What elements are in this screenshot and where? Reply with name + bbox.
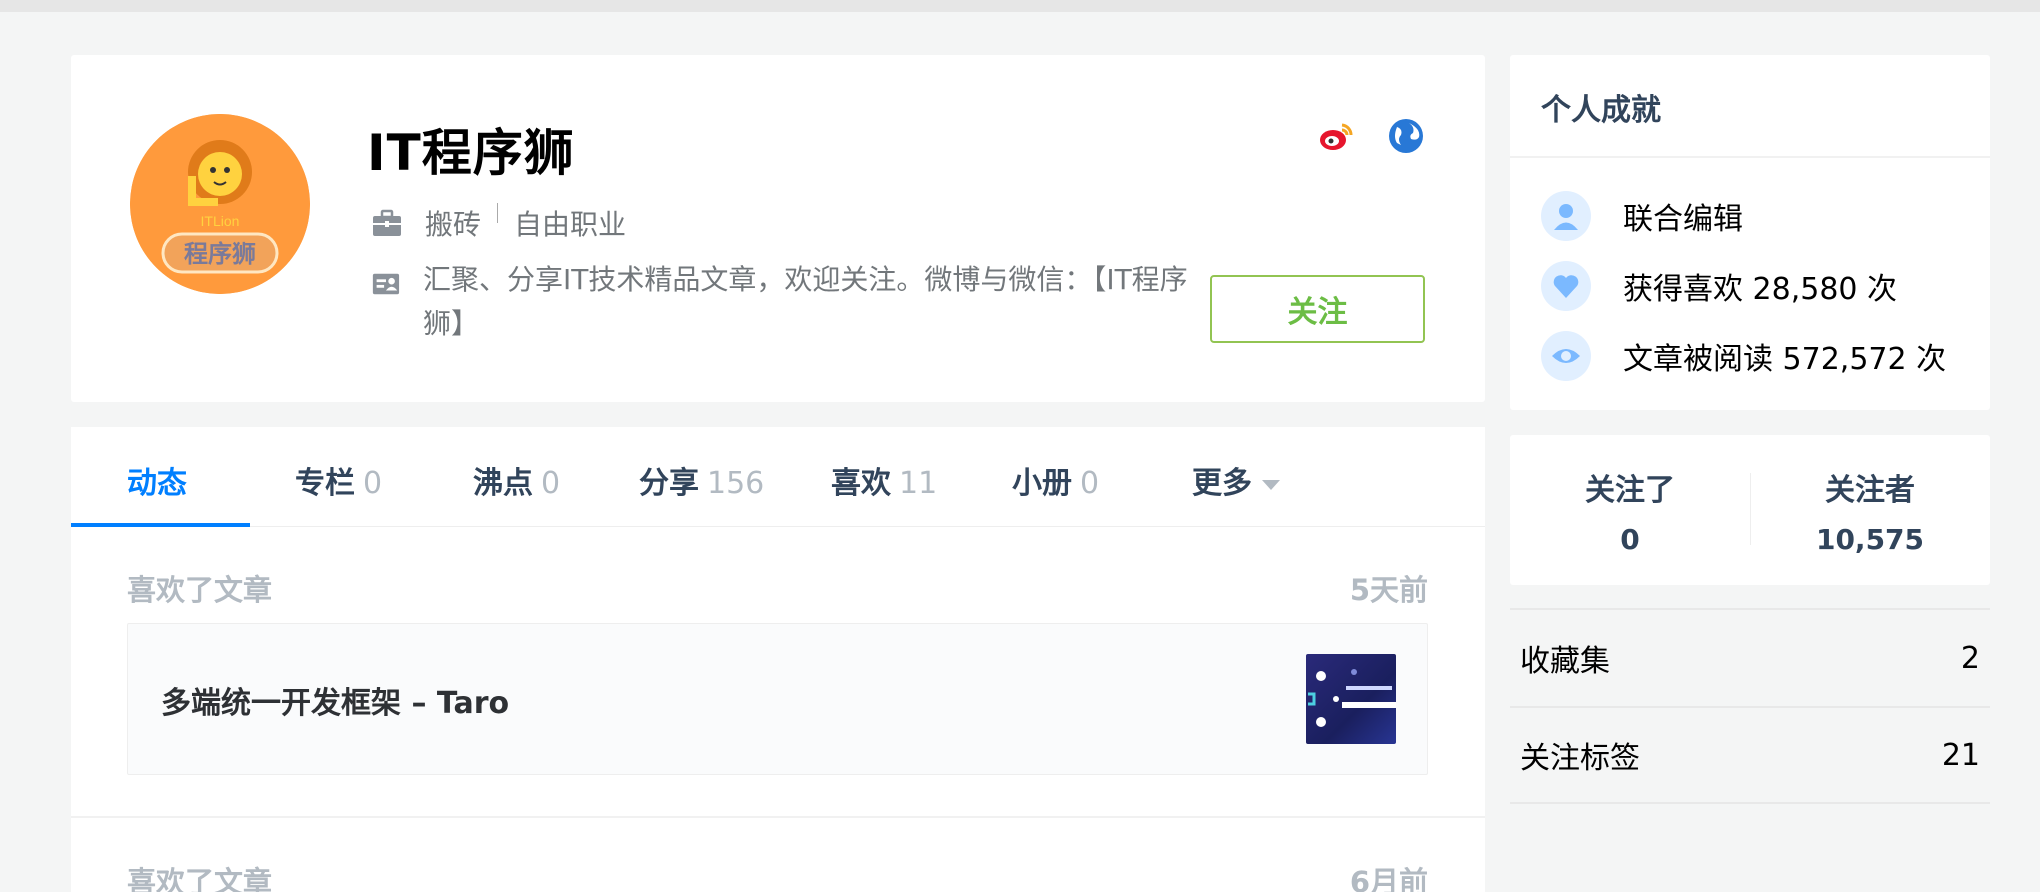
tab-column[interactable]: 专栏 0 xyxy=(295,458,382,502)
stats-list: 收藏集 2 关注标签 21 xyxy=(1510,608,1990,804)
following-label: 关注了 xyxy=(1585,473,1675,508)
active-tab-indicator xyxy=(71,523,250,527)
followers-stat[interactable]: 关注者 10,575 xyxy=(1750,465,1990,556)
job-separator xyxy=(497,203,499,223)
bio-row: 汇聚、分享IT技术精品文章，欢迎关注。微博与微信：【IT程序狮】 xyxy=(371,258,1191,346)
follow-button[interactable]: 关注 xyxy=(1210,275,1425,343)
id-card-icon xyxy=(372,273,400,295)
tab-pins[interactable]: 沸点 0 xyxy=(473,458,560,502)
achievement-text: 联合编辑 xyxy=(1623,202,1743,237)
achievements-title: 个人成就 xyxy=(1541,93,1661,128)
profile-name: IT程序狮 xyxy=(367,124,575,182)
tab-label: 小册 xyxy=(1012,466,1072,501)
job-row: 搬砖 自由职业 xyxy=(371,203,626,243)
stat-tags[interactable]: 关注标签 21 xyxy=(1510,706,1990,804)
svg-text:ITLion: ITLion xyxy=(201,213,240,229)
stat-label: 收藏集 xyxy=(1520,644,1610,679)
tab-count: 11 xyxy=(899,466,938,501)
stat-collections[interactable]: 收藏集 2 xyxy=(1510,608,1990,706)
achievement-text: 获得喜欢 28,580 次 xyxy=(1623,272,1898,307)
achievement-coeditor: 联合编辑 xyxy=(1541,191,1743,241)
eye-icon xyxy=(1541,331,1591,381)
achievement-likes: 获得喜欢 28,580 次 xyxy=(1541,261,1897,311)
company: 自由职业 xyxy=(514,208,627,241)
lion-logo-icon: ITLion 程序狮 xyxy=(130,114,310,294)
article-thumbnail[interactable] xyxy=(1306,654,1396,744)
job-title: 搬砖 xyxy=(425,208,482,241)
weibo-icon[interactable] xyxy=(1318,117,1356,155)
stat-value: 21 xyxy=(1941,737,1980,773)
feed-action: 喜欢了文章 xyxy=(127,865,273,892)
briefcase-icon xyxy=(373,209,401,236)
heart-icon xyxy=(1541,261,1591,311)
tab-shares[interactable]: 分享 156 xyxy=(639,458,764,502)
thumbnail-image xyxy=(1308,669,1396,727)
stat-label: 关注标签 xyxy=(1520,741,1640,776)
article-card[interactable]: 多端统一开发框架 – Taro xyxy=(127,623,1428,775)
tab-likes[interactable]: 喜欢 11 xyxy=(831,458,937,502)
following-stat[interactable]: 关注了 0 xyxy=(1510,465,1750,556)
content-card: 动态 专栏 0 沸点 0 分享 156 喜欢 11 小册 0 更多 喜欢了文章 5天前 多… xyxy=(71,427,1485,892)
feed-action: 喜欢了文章 xyxy=(127,573,273,607)
follow-stats-card: 关注了 0 关注者 10,575 xyxy=(1510,435,1990,585)
tab-books[interactable]: 小册 0 xyxy=(1012,458,1099,502)
tab-label: 分享 xyxy=(639,466,699,501)
following-count: 0 xyxy=(1620,523,1640,556)
followers-label: 关注者 xyxy=(1825,473,1915,508)
tab-label: 动态 xyxy=(127,466,187,501)
achievements-card: 个人成就 联合编辑 获得喜欢 28,580 次 文章被阅读 572,572 次 xyxy=(1510,55,1990,410)
tab-label: 专栏 xyxy=(295,466,355,501)
tab-count: 0 xyxy=(541,466,561,501)
tab-label: 喜欢 xyxy=(831,466,891,501)
tab-more[interactable]: 更多 xyxy=(1192,458,1280,502)
stat-value: 2 xyxy=(1960,640,1980,676)
svg-text:程序狮: 程序狮 xyxy=(184,240,256,268)
tab-bar: 动态 专栏 0 沸点 0 分享 156 喜欢 11 小册 0 更多 xyxy=(71,427,1485,527)
tab-count: 0 xyxy=(1080,466,1100,501)
tab-label: 更多 xyxy=(1192,466,1252,501)
feed-time: 5天前 xyxy=(1349,573,1428,607)
feed-divider xyxy=(71,816,1485,818)
profile-card: ITLion 程序狮 IT程序狮 搬砖 自由职业 汇聚、分享IT技术精品文章，欢… xyxy=(71,55,1485,402)
achievements-divider xyxy=(1510,156,1990,158)
tab-activity[interactable]: 动态 xyxy=(127,458,187,502)
top-strip xyxy=(0,0,2040,12)
feed-time: 6月前 xyxy=(1349,865,1428,892)
tab-count: 156 xyxy=(707,466,765,501)
chevron-down-icon xyxy=(1262,479,1280,490)
followers-count: 10,575 xyxy=(1815,523,1925,556)
tab-label: 沸点 xyxy=(473,466,533,501)
article-title[interactable]: 多端统一开发框架 – Taro xyxy=(161,678,509,722)
avatar[interactable]: ITLion 程序狮 xyxy=(130,114,310,294)
tab-count: 0 xyxy=(363,466,383,501)
bio-text: 汇聚、分享IT技术精品文章，欢迎关注。微博与微信：【IT程序狮】 xyxy=(422,263,1188,340)
globe-icon[interactable] xyxy=(1387,117,1425,155)
achievement-reads: 文章被阅读 572,572 次 xyxy=(1541,331,1946,381)
achievement-text: 文章被阅读 572,572 次 xyxy=(1623,342,1947,377)
user-icon xyxy=(1541,191,1591,241)
